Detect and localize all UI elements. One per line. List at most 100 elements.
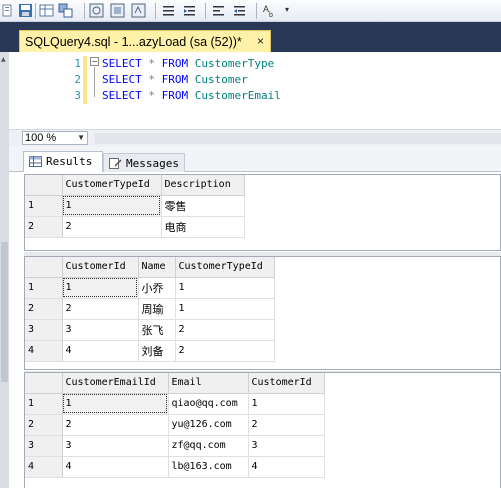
table-cell[interactable]: 2 (62, 414, 169, 436)
font-icon[interactable]: Ab (263, 3, 278, 18)
vertical-scroll-thumb[interactable] (1, 242, 8, 382)
column-header[interactable]: Description (161, 175, 245, 196)
result-grid-3[interactable]: CustomerEmailId Email CustomerId 1 1 qia… (24, 372, 501, 488)
keyword: SELECT (102, 89, 142, 102)
row-number[interactable]: 4 (25, 340, 63, 362)
sql-editor[interactable]: − 1 2 3 SELECT * FROM CustomerType SELEC… (9, 52, 501, 129)
table-cell[interactable]: 3 (248, 435, 325, 457)
row-number[interactable]: 4 (25, 456, 63, 478)
table-cell[interactable]: yu@126.com (168, 414, 249, 436)
table-cell[interactable]: 1 (62, 393, 169, 415)
row-number-header[interactable] (25, 257, 63, 278)
left-gutter: ▲ (0, 52, 9, 488)
save-icon[interactable] (18, 3, 33, 18)
collapse-icon[interactable]: − (90, 57, 99, 66)
column-header[interactable]: CustomerTypeId (62, 175, 162, 196)
keyword: FROM (161, 57, 189, 70)
table-row[interactable]: 2 2 电商 (25, 216, 245, 238)
operator: * (148, 73, 155, 86)
row-number-header[interactable] (25, 175, 63, 196)
column-header[interactable]: Email (168, 373, 249, 394)
results-grid-icon[interactable] (58, 3, 73, 18)
table-cell[interactable]: 2 (62, 216, 162, 238)
table-cell[interactable]: qiao@qq.com (168, 393, 249, 415)
table-cell[interactable]: 3 (62, 435, 169, 457)
query-tab-title: SQLQuery4.sql - 1...azyLoad (sa (52))* (25, 35, 242, 49)
row-number[interactable]: 3 (25, 435, 63, 457)
table-row[interactable]: 1 1 零售 (25, 195, 245, 217)
row-number[interactable]: 1 (25, 195, 63, 217)
table-cell[interactable]: 2 (248, 414, 325, 436)
result-grid-1[interactable]: CustomerTypeId Description 1 1 零售 2 2 电商 (24, 174, 501, 251)
column-header[interactable]: CustomerId (248, 373, 325, 394)
column-header[interactable]: CustomerTypeId (175, 257, 275, 278)
table-row[interactable]: 1 1 小乔 1 (25, 277, 275, 299)
table-cell[interactable]: 周瑜 (138, 298, 176, 320)
table-cell[interactable]: 4 (248, 456, 325, 478)
results-file-icon[interactable] (89, 3, 104, 18)
tab-results[interactable]: Results (23, 151, 103, 172)
column-header[interactable]: CustomerId (62, 257, 139, 278)
row-number-header[interactable] (25, 373, 63, 394)
zoom-value: 100 % (25, 132, 57, 144)
chevron-down-icon[interactable]: ▼ (77, 132, 85, 144)
query-document-tab[interactable]: SQLQuery4.sql - 1...azyLoad (sa (52))* × (19, 30, 271, 52)
row-number[interactable]: 3 (25, 319, 63, 341)
table-row[interactable]: 3 3 zf@qq.com 3 (25, 435, 325, 457)
table-cell[interactable]: 1 (62, 195, 162, 217)
close-tab-icon[interactable]: × (257, 34, 264, 48)
table-row[interactable]: 3 3 张飞 2 (25, 319, 275, 341)
row-number[interactable]: 1 (25, 277, 63, 299)
change-marker (83, 88, 87, 104)
tab-messages[interactable]: Messages (103, 153, 185, 172)
table-cell[interactable]: 小乔 (138, 277, 176, 299)
uncomment-icon[interactable] (161, 3, 176, 18)
row-number[interactable]: 2 (25, 216, 63, 238)
table-cell[interactable]: 2 (175, 340, 275, 362)
outdent-icon[interactable] (182, 3, 197, 18)
table-cell[interactable]: 1 (62, 277, 139, 299)
row-number[interactable]: 2 (25, 298, 63, 320)
keyword: SELECT (102, 57, 142, 70)
decrease-indent-icon[interactable] (232, 3, 247, 18)
table-cell[interactable]: 刘备 (138, 340, 176, 362)
table-cell[interactable]: 1 (175, 298, 275, 320)
toolbar-overflow-icon[interactable]: ▾ (285, 5, 289, 14)
table-cell[interactable]: zf@qq.com (168, 435, 249, 457)
table-cell[interactable]: 1 (248, 393, 325, 415)
table-cell[interactable]: 4 (62, 340, 139, 362)
table-cell[interactable]: 张飞 (138, 319, 176, 341)
grid-icon[interactable] (39, 3, 54, 18)
column-header[interactable]: Name (138, 257, 176, 278)
bracket-icon[interactable] (2, 3, 17, 18)
table-cell[interactable]: 3 (62, 319, 139, 341)
line-number: 1 (74, 57, 81, 70)
table-cell[interactable]: 电商 (161, 216, 245, 238)
table-row[interactable]: 1 1 qiao@qq.com 1 (25, 393, 325, 415)
table-cell[interactable]: 零售 (161, 195, 245, 217)
table-cell[interactable]: 4 (62, 456, 169, 478)
comment-icon[interactable] (131, 3, 146, 18)
keyword: FROM (161, 89, 189, 102)
code-line[interactable]: SELECT * FROM Customer (102, 73, 248, 86)
table-row[interactable]: 2 2 周瑜 1 (25, 298, 275, 320)
table-cell[interactable]: 2 (62, 298, 139, 320)
row-number[interactable]: 2 (25, 414, 63, 436)
row-number[interactable]: 1 (25, 393, 63, 415)
keyword: SELECT (102, 73, 142, 86)
code-line[interactable]: SELECT * FROM CustomerEmail (102, 89, 281, 102)
indent-icon[interactable] (211, 3, 226, 18)
table-row[interactable]: 2 2 yu@126.com 2 (25, 414, 325, 436)
display-plan-icon[interactable] (110, 3, 125, 18)
horizontal-scrollbar[interactable] (95, 133, 501, 144)
code-line[interactable]: SELECT * FROM CustomerType (102, 57, 274, 70)
table-row[interactable]: 4 4 刘备 2 (25, 340, 275, 362)
table-row[interactable]: 4 4 lb@163.com 4 (25, 456, 325, 478)
scroll-up-icon[interactable]: ▲ (1, 56, 8, 63)
table-cell[interactable]: 2 (175, 319, 275, 341)
table-cell[interactable]: lb@163.com (168, 456, 249, 478)
result-grid-2[interactable]: CustomerId Name CustomerTypeId 1 1 小乔 1 … (24, 256, 501, 370)
column-header[interactable]: CustomerEmailId (62, 373, 169, 394)
table-cell[interactable]: 1 (175, 277, 275, 299)
zoom-select[interactable]: 100 % ▼ (22, 131, 88, 145)
